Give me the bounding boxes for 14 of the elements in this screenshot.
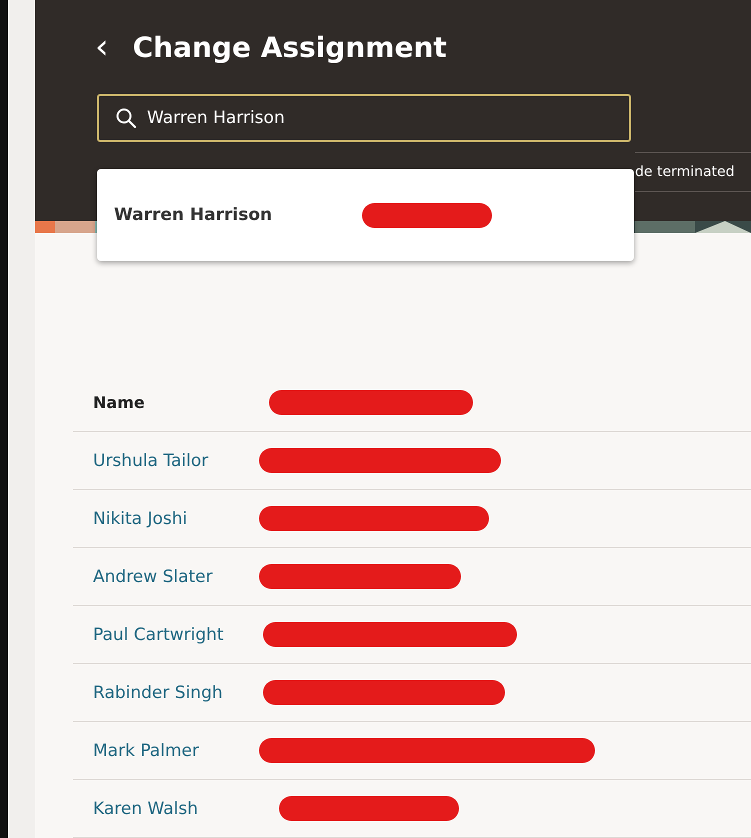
search-icon <box>115 107 137 129</box>
name-link[interactable]: Paul Cartwright <box>93 624 259 644</box>
name-link[interactable]: Nikita Joshi <box>93 508 259 528</box>
page-title: Change Assignment <box>132 30 447 64</box>
name-link[interactable]: Rabinder Singh <box>93 682 259 702</box>
name-link[interactable]: Andrew Slater <box>93 566 259 586</box>
name-link[interactable]: Urshula Tailor <box>93 450 259 470</box>
column-header: Name <box>93 392 146 412</box>
name-link[interactable]: Karen Walsh <box>93 798 259 818</box>
option-label: de terminated <box>635 164 735 180</box>
search-field[interactable]: Warren Harrison <box>97 94 631 142</box>
back-button[interactable]: ‹ <box>89 30 115 64</box>
dropdown-item[interactable]: Warren Harrison <box>114 205 362 225</box>
name-link[interactable]: Mark Palmer <box>93 740 259 760</box>
